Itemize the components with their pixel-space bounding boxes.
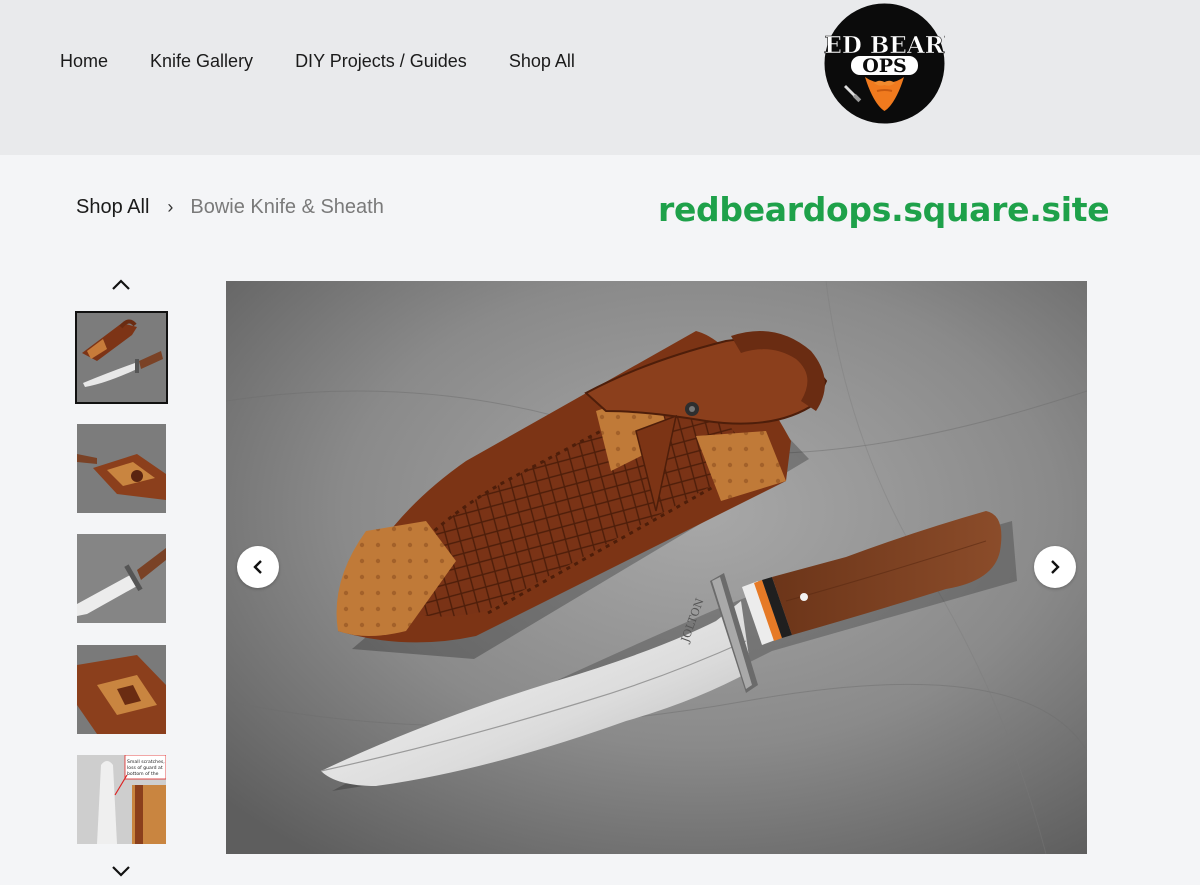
breadcrumb-shop-all[interactable]: Shop All — [76, 196, 149, 219]
thumbnails-scroll-down[interactable] — [108, 862, 134, 880]
thumbnail-2[interactable] — [77, 424, 166, 513]
thumbnail-1[interactable] — [75, 311, 168, 404]
chevron-down-icon — [112, 866, 130, 877]
nav-diy-projects[interactable]: DIY Projects / Guides — [295, 50, 467, 72]
breadcrumb-separator: › — [167, 197, 174, 217]
previous-image-button[interactable] — [237, 546, 279, 588]
site-header: Home Knife Gallery DIY Projects / Guides… — [0, 0, 1200, 155]
thumbnail-5[interactable]: Small scratches, loss of guard at bottom… — [77, 755, 166, 844]
thumbnails-scroll-up[interactable] — [108, 276, 134, 294]
nav-home[interactable]: Home — [60, 50, 108, 72]
svg-text:Small scratches,: Small scratches, — [127, 759, 165, 765]
next-image-button[interactable] — [1034, 546, 1076, 588]
chevron-right-icon — [1051, 560, 1060, 574]
main-nav: Home Knife Gallery DIY Projects / Guides… — [60, 50, 617, 72]
brand-logo[interactable]: RED BEARD OPS — [805, 3, 964, 124]
nav-knife-gallery[interactable]: Knife Gallery — [150, 50, 253, 72]
breadcrumb-current: Bowie Knife & Sheath — [190, 196, 384, 218]
nav-shop-all[interactable]: Shop All — [509, 50, 575, 72]
svg-text:loss of guard at: loss of guard at — [127, 765, 163, 771]
site-url-watermark: redbeardops.square.site — [658, 190, 1110, 229]
chevron-left-icon — [253, 560, 262, 574]
svg-text:OPS: OPS — [862, 55, 907, 77]
thumbnail-4[interactable] — [77, 645, 166, 734]
svg-text:bottom of the: bottom of the — [127, 771, 159, 777]
breadcrumb: Shop All › Bowie Knife & Sheath — [76, 196, 384, 219]
product-main-image: JOLTON — [226, 281, 1087, 854]
chevron-up-icon — [112, 279, 130, 290]
thumbnail-3[interactable] — [77, 534, 166, 623]
